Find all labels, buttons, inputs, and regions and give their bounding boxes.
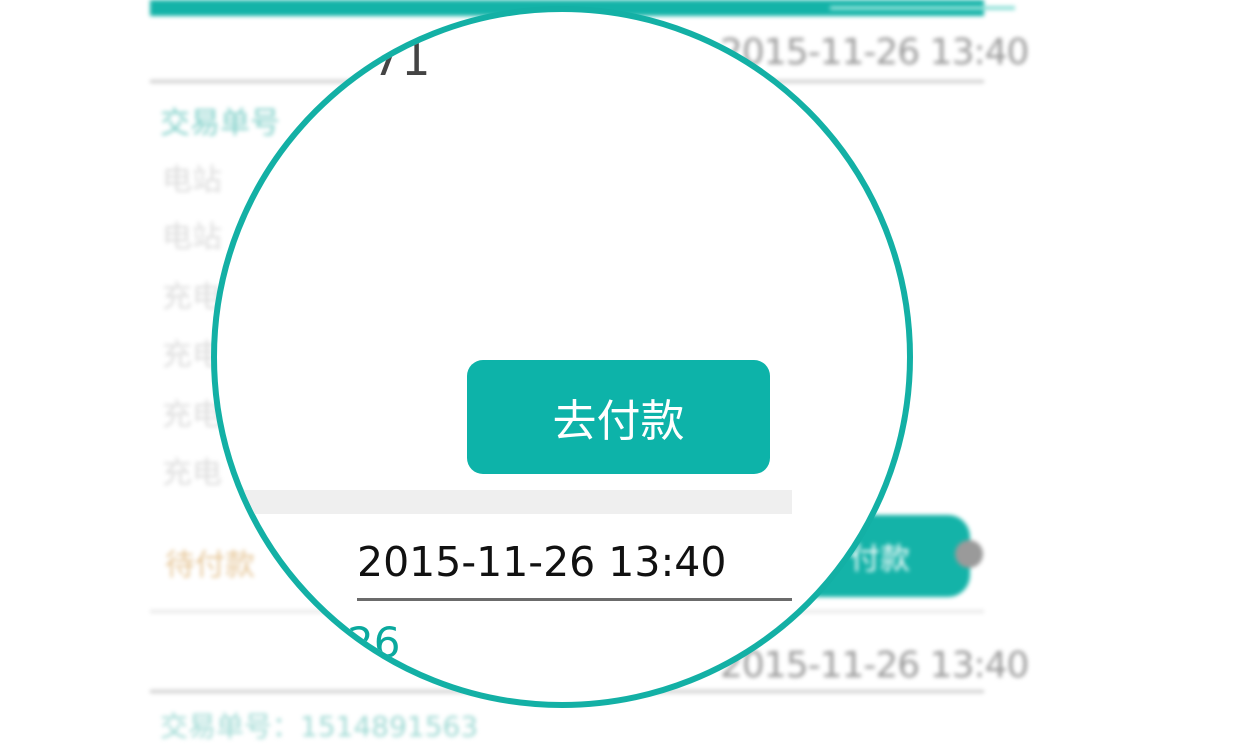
- magnifier-lens: 71 去付款 2015-11-26 13:40 26: [211, 6, 913, 708]
- go-pay-button[interactable]: 去付款: [467, 360, 770, 474]
- section-separator: [217, 490, 792, 514]
- detail-label: 充电: [162, 456, 222, 491]
- active-tab-indicator: [830, 6, 1015, 10]
- pending-payment-status: 待付款: [165, 548, 255, 583]
- order-time: 2015-11-26 13:40: [720, 645, 1029, 686]
- order-number-fragment: 71: [372, 32, 431, 86]
- order-datetime: 2015-11-26 13:40: [357, 538, 727, 586]
- trade-number-label: 交易单号: [160, 106, 280, 141]
- detail-label: 电站: [162, 163, 222, 198]
- divider: [357, 598, 792, 601]
- trade-number-line: 交易单号：1514891563: [160, 710, 479, 743]
- detail-label: 充电: [162, 280, 222, 315]
- order-number-fragment: 26: [347, 618, 401, 667]
- scroll-indicator-dot: [955, 540, 983, 568]
- detail-label: 电站: [162, 220, 222, 255]
- order-time: 2015-11-26 13:40: [720, 32, 1029, 73]
